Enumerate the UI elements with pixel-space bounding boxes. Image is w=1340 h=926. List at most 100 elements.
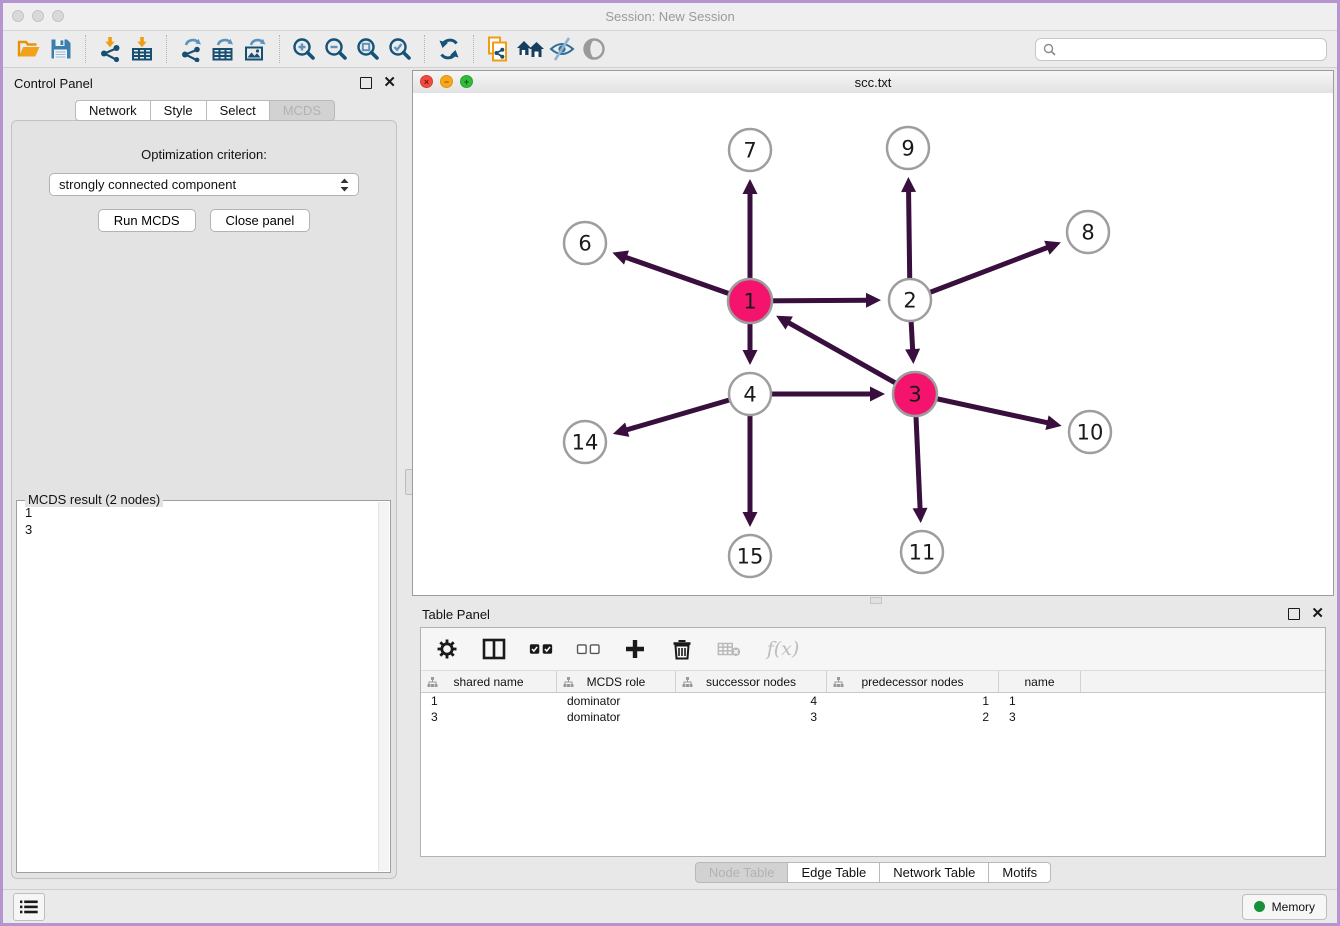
search-icon bbox=[1043, 43, 1056, 56]
memory-button[interactable]: Memory bbox=[1242, 894, 1327, 920]
cell-name: 1 bbox=[999, 694, 1081, 708]
export-network-icon[interactable] bbox=[175, 35, 207, 63]
status-bar: Memory bbox=[3, 889, 1337, 923]
network-minimize-button[interactable]: − bbox=[440, 75, 453, 88]
open-session-icon[interactable] bbox=[13, 35, 45, 63]
result-scrollbar[interactable] bbox=[378, 502, 389, 871]
tab-network-table[interactable]: Network Table bbox=[880, 862, 989, 883]
table-tabs: Node Table Edge Table Network Table Moti… bbox=[412, 862, 1334, 883]
float-panel-icon[interactable] bbox=[360, 77, 372, 89]
graph-node-label: 3 bbox=[908, 383, 921, 407]
app-window: Session: New Session bbox=[0, 0, 1340, 926]
float-table-panel-icon[interactable] bbox=[1288, 608, 1300, 620]
task-history-button[interactable] bbox=[13, 893, 45, 921]
refresh-view-icon[interactable] bbox=[433, 35, 465, 63]
close-table-panel-icon[interactable]: ✕ bbox=[1311, 609, 1324, 619]
cell-successor-nodes: 3 bbox=[676, 710, 827, 724]
graph-edge-arrowhead bbox=[870, 387, 885, 402]
tab-network[interactable]: Network bbox=[75, 100, 151, 121]
graph-node-label: 2 bbox=[903, 289, 916, 313]
tab-motifs[interactable]: Motifs bbox=[989, 862, 1051, 883]
graph-node-label: 15 bbox=[737, 545, 764, 569]
main-toolbar bbox=[3, 31, 1337, 68]
network-canvas[interactable]: 7968124314101511 bbox=[413, 93, 1333, 595]
graph-node-label: 10 bbox=[1077, 421, 1104, 445]
graph-node-label: 1 bbox=[743, 290, 756, 314]
title-bar: Session: New Session bbox=[3, 3, 1337, 31]
graph-edge-arrowhead bbox=[743, 179, 758, 194]
tab-style[interactable]: Style bbox=[151, 100, 207, 121]
delete-column-icon[interactable] bbox=[670, 637, 694, 661]
tab-edge-table[interactable]: Edge Table bbox=[788, 862, 880, 883]
houses-icon[interactable] bbox=[514, 35, 546, 63]
import-table-icon[interactable] bbox=[126, 35, 158, 63]
toolbar-separator bbox=[473, 35, 474, 63]
settings-gear-icon[interactable] bbox=[435, 637, 459, 661]
table-panel-header: Table Panel ✕ bbox=[412, 601, 1334, 627]
table-panel-title: Table Panel bbox=[422, 607, 490, 622]
column-header-shared-name[interactable]: shared name bbox=[421, 671, 557, 692]
column-header-mcds-role[interactable]: MCDS role bbox=[557, 671, 676, 692]
zoom-selected-icon[interactable] bbox=[384, 35, 416, 63]
table-panel: Table Panel ✕ bbox=[412, 601, 1334, 889]
network-window-title: scc.txt bbox=[855, 75, 892, 90]
tree-icon bbox=[563, 677, 574, 687]
zoom-fit-icon[interactable] bbox=[352, 35, 384, 63]
window-controls bbox=[12, 10, 64, 22]
column-label: MCDS role bbox=[587, 675, 646, 689]
select-all-icon[interactable] bbox=[529, 637, 553, 661]
column-header-predecessor-nodes[interactable]: predecessor nodes bbox=[827, 671, 999, 692]
zoom-window-button[interactable] bbox=[52, 10, 64, 22]
deselect-all-icon[interactable] bbox=[576, 637, 600, 661]
eye-icon[interactable] bbox=[578, 35, 610, 63]
mcds-result-textarea[interactable]: 1 3 bbox=[18, 502, 378, 871]
network-close-button[interactable]: × bbox=[420, 75, 433, 88]
export-table-icon[interactable] bbox=[207, 35, 239, 63]
graph-node-label: 14 bbox=[572, 431, 599, 455]
close-panel-button[interactable]: Close panel bbox=[210, 209, 311, 232]
close-panel-icon[interactable]: ✕ bbox=[383, 78, 396, 88]
result-line: 3 bbox=[25, 521, 371, 538]
split-columns-icon[interactable] bbox=[482, 637, 506, 661]
graph-edge-arrowhead bbox=[901, 177, 916, 192]
network-maximize-button[interactable]: + bbox=[460, 75, 473, 88]
save-session-icon[interactable] bbox=[45, 35, 77, 63]
tree-icon bbox=[427, 677, 438, 687]
eye-slash-icon[interactable] bbox=[546, 35, 578, 63]
minimize-window-button[interactable] bbox=[32, 10, 44, 22]
graph-edge-arrowhead bbox=[905, 349, 920, 364]
tab-mcds[interactable]: MCDS bbox=[270, 100, 335, 121]
graph-edge[interactable] bbox=[910, 247, 1049, 300]
close-window-button[interactable] bbox=[12, 10, 24, 22]
zoom-in-icon[interactable] bbox=[288, 35, 320, 63]
function-builder-icon[interactable]: f(x) bbox=[764, 637, 802, 661]
graph-edge-arrowhead bbox=[743, 512, 758, 527]
mcds-tab-content: Optimization criterion: strongly connect… bbox=[11, 120, 397, 879]
run-mcds-button[interactable]: Run MCDS bbox=[98, 209, 196, 232]
search-input[interactable] bbox=[1061, 41, 1319, 57]
tab-select[interactable]: Select bbox=[207, 100, 270, 121]
graph-node-label: 4 bbox=[743, 383, 756, 407]
add-column-icon[interactable] bbox=[623, 637, 647, 661]
toolbar-separator bbox=[424, 35, 425, 63]
cell-shared-name: 3 bbox=[421, 710, 557, 724]
main-area: Control Panel ✕ Network Style Select MCD… bbox=[3, 68, 1337, 889]
tab-node-table[interactable]: Node Table bbox=[695, 862, 789, 883]
column-label: shared name bbox=[453, 675, 523, 689]
list-icon bbox=[20, 900, 38, 914]
graph-node-label: 7 bbox=[743, 139, 756, 163]
import-network-icon[interactable] bbox=[94, 35, 126, 63]
graph-edge-arrowhead bbox=[743, 350, 758, 365]
column-header-name[interactable]: name bbox=[999, 671, 1081, 692]
table-row[interactable]: 3 dominator 3 2 3 bbox=[421, 709, 1325, 725]
table-toolbar: f(x) bbox=[421, 628, 1325, 670]
zoom-out-icon[interactable] bbox=[320, 35, 352, 63]
column-header-successor-nodes[interactable]: successor nodes bbox=[676, 671, 827, 692]
optimization-criterion-select[interactable]: strongly connected component bbox=[49, 173, 359, 196]
graph-edge-arrowhead bbox=[612, 251, 629, 265]
clone-network-icon[interactable] bbox=[482, 35, 514, 63]
delete-table-icon[interactable] bbox=[717, 637, 741, 661]
export-image-icon[interactable] bbox=[239, 35, 271, 63]
graph-edge-arrowhead bbox=[613, 423, 629, 437]
table-row[interactable]: 1 dominator 4 1 1 bbox=[421, 693, 1325, 709]
